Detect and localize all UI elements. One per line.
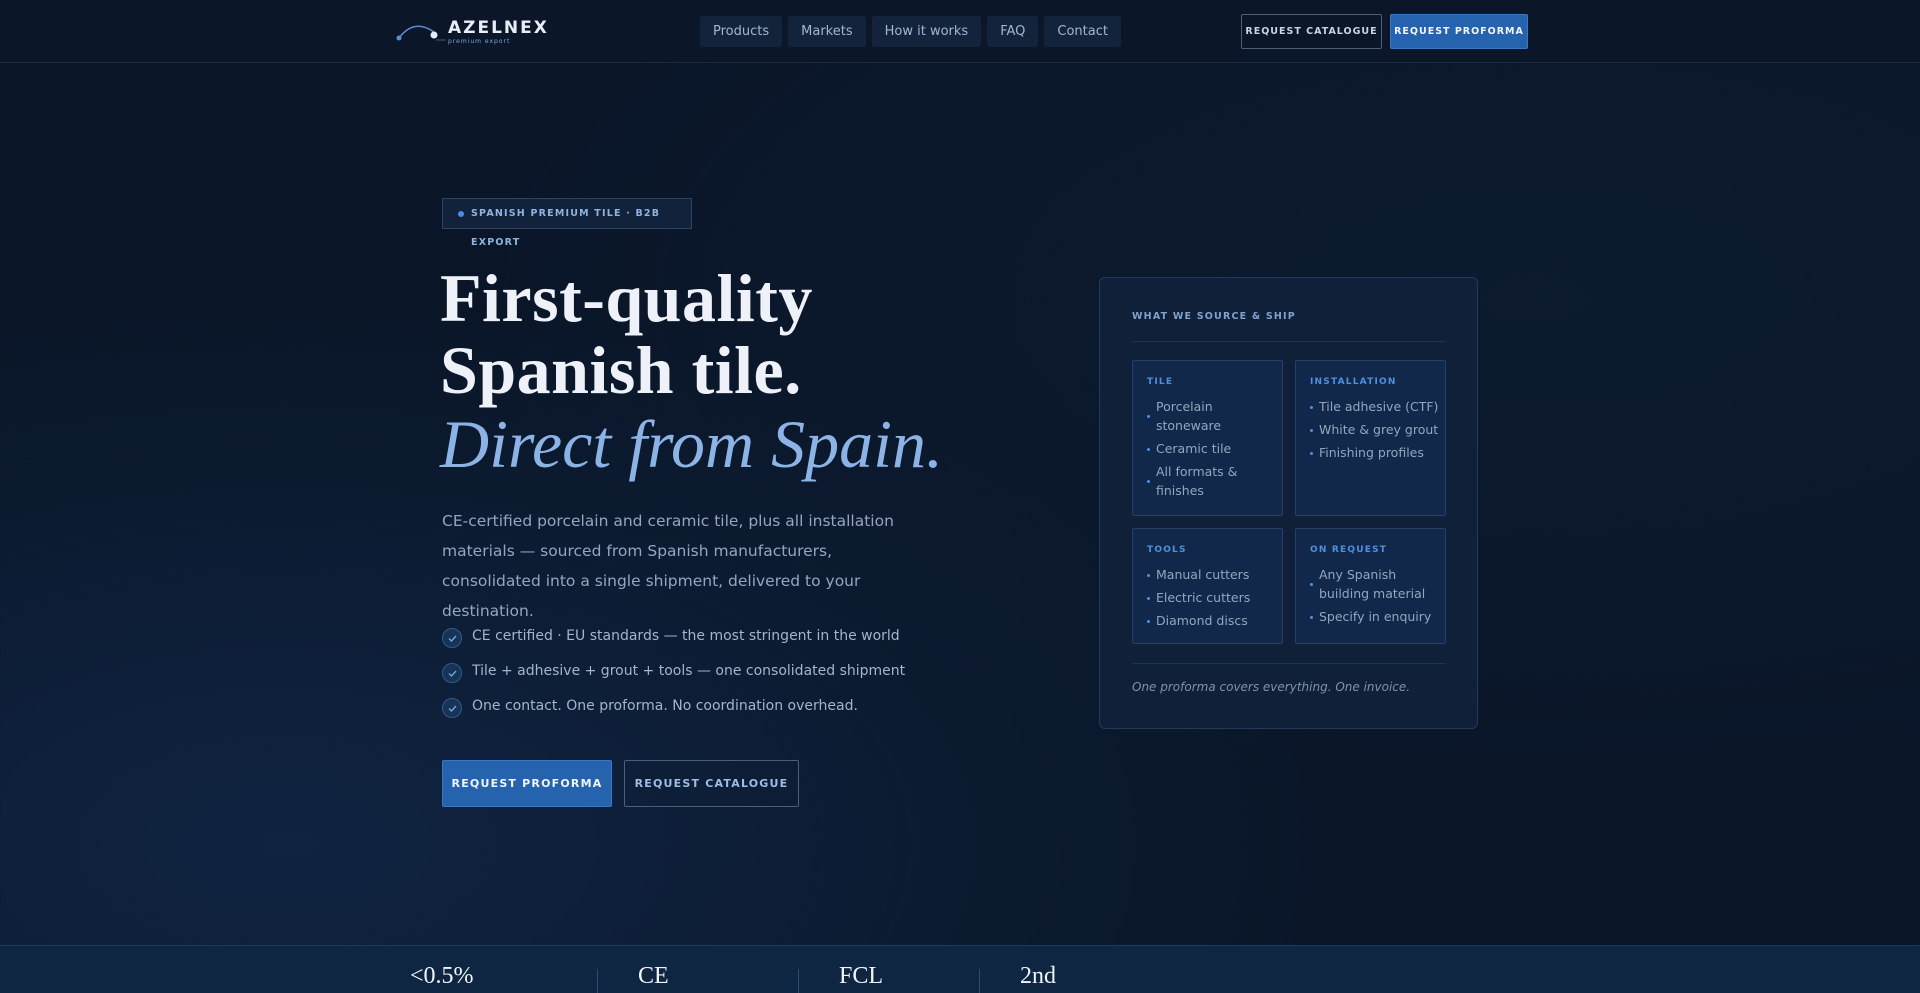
stats-bar: <0.5% CE FCL 2nd bbox=[0, 945, 1920, 993]
hero-title-italic: Direct from Spain. bbox=[440, 406, 944, 482]
badge-dot-icon bbox=[458, 211, 464, 217]
card-footer-note: One proforma covers everything. One invo… bbox=[1132, 680, 1411, 694]
hero-lead: CE-certified porcelain and ceramic tile,… bbox=[442, 512, 894, 620]
check-text: CE certified · EU standards — the most s… bbox=[472, 628, 900, 644]
category-item: Tile adhesive (CTF) bbox=[1310, 397, 1440, 416]
category-item: Electric cutters bbox=[1147, 588, 1277, 607]
nav-request-proforma-button[interactable]: REQUEST PROFORMA bbox=[1390, 14, 1528, 49]
category-item: All formats & finishes bbox=[1147, 462, 1277, 500]
stat-value: 2nd bbox=[1020, 963, 1056, 989]
category-item: Any Spanish building material bbox=[1310, 565, 1440, 603]
check-text: One contact. One proforma. No coordinati… bbox=[472, 698, 858, 714]
hero-title: First-quality Spanish tile. bbox=[440, 260, 813, 408]
check-icon bbox=[442, 663, 462, 683]
category-title: ON REQUEST bbox=[1310, 545, 1388, 555]
category-tile: TILE Porcelain stoneware Ceramic tile Al… bbox=[1132, 360, 1283, 516]
nav-link-how-it-works[interactable]: How it works bbox=[871, 16, 982, 47]
category-on-request: ON REQUEST Any Spanish building material… bbox=[1295, 528, 1446, 644]
hero-request-catalogue-button[interactable]: REQUEST CATALOGUE bbox=[624, 760, 799, 807]
card-heading: WHAT WE SOURCE & SHIP bbox=[1132, 311, 1296, 322]
stat-divider bbox=[798, 969, 799, 993]
logo-arc-icon bbox=[396, 25, 446, 41]
check-icon bbox=[442, 698, 462, 718]
hero-request-proforma-button[interactable]: REQUEST PROFORMA bbox=[442, 760, 612, 807]
divider bbox=[1132, 341, 1446, 342]
badge-label: SPANISH PREMIUM TILE · B2B EXPORT bbox=[471, 208, 661, 248]
nav-request-catalogue-button[interactable]: REQUEST CATALOGUE bbox=[1241, 14, 1382, 49]
nav-link-faq[interactable]: FAQ bbox=[987, 16, 1039, 47]
category-item: Porcelain stoneware bbox=[1147, 397, 1277, 435]
nav-links: Products Markets How it works FAQ Contac… bbox=[700, 16, 1121, 47]
category-item: Finishing profiles bbox=[1310, 443, 1440, 462]
category-item: Ceramic tile bbox=[1147, 439, 1277, 458]
category-title: TILE bbox=[1147, 377, 1174, 387]
hero-badge: SPANISH PREMIUM TILE · B2B EXPORT bbox=[442, 198, 692, 248]
category-item: Specify in enquiry bbox=[1310, 607, 1440, 626]
nav-link-products[interactable]: Products bbox=[700, 16, 783, 47]
brand-tagline: premium export bbox=[448, 38, 511, 45]
category-tools: TOOLS Manual cutters Electric cutters Di… bbox=[1132, 528, 1283, 644]
category-item: White & grey grout bbox=[1310, 420, 1440, 439]
source-ship-card: WHAT WE SOURCE & SHIP TILE Porcelain sto… bbox=[1099, 277, 1478, 729]
top-nav: AZELNEX premium export Products Markets … bbox=[0, 0, 1920, 63]
category-title: TOOLS bbox=[1147, 545, 1187, 555]
stat-value: CE bbox=[638, 963, 669, 989]
stat-divider bbox=[597, 969, 598, 993]
brand-name: AZELNEX bbox=[448, 18, 549, 38]
category-title: INSTALLATION bbox=[1310, 377, 1397, 387]
nav-link-markets[interactable]: Markets bbox=[788, 16, 866, 47]
category-item: Diamond discs bbox=[1147, 611, 1277, 630]
check-icon bbox=[442, 628, 462, 648]
stat-value: FCL bbox=[839, 963, 884, 989]
category-installation: INSTALLATION Tile adhesive (CTF) White &… bbox=[1295, 360, 1446, 516]
nav-link-contact[interactable]: Contact bbox=[1044, 16, 1121, 47]
check-text: Tile + adhesive + grout + tools — one co… bbox=[472, 663, 906, 679]
divider bbox=[1132, 663, 1446, 664]
category-item: Manual cutters bbox=[1147, 565, 1277, 584]
stat-divider bbox=[979, 969, 980, 993]
brand-logo[interactable]: AZELNEX premium export bbox=[396, 16, 561, 50]
stat-value: <0.5% bbox=[410, 963, 474, 989]
